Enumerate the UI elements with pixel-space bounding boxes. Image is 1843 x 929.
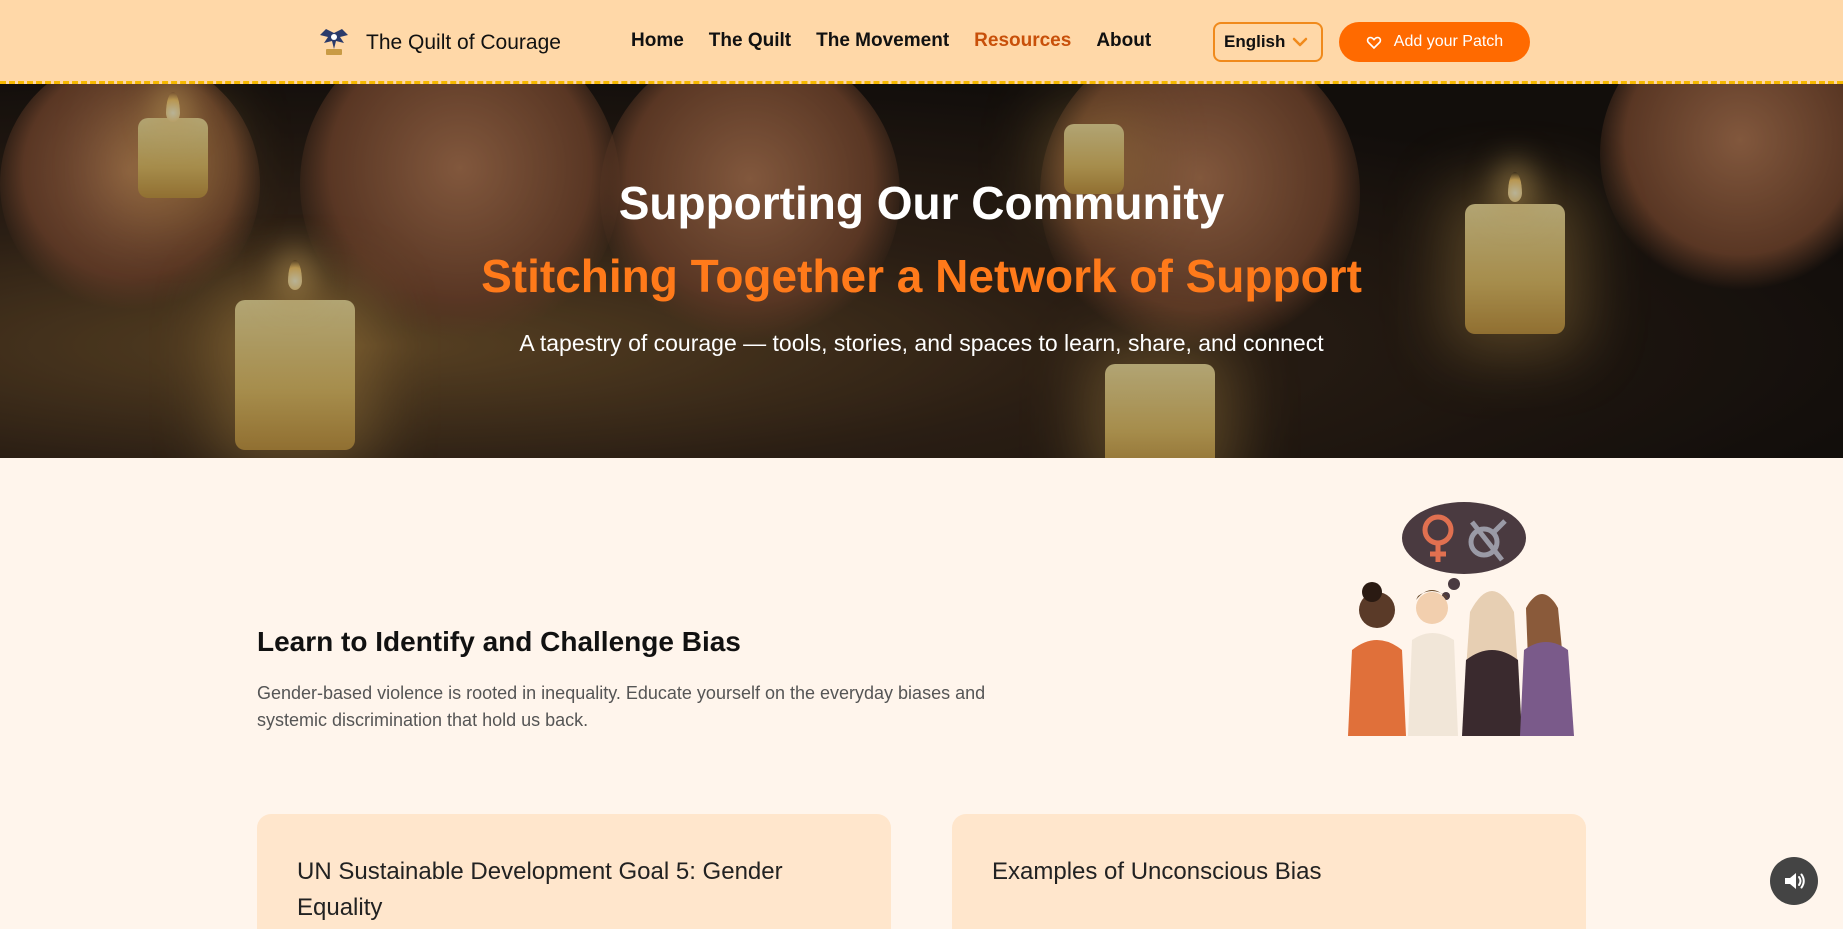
brand[interactable]: The Quilt of Courage [316, 24, 561, 62]
language-select[interactable]: English [1213, 22, 1323, 62]
nav-the-quilt[interactable]: The Quilt [709, 30, 791, 52]
resource-card-title: UN Sustainable Development Goal 5: Gende… [297, 858, 783, 921]
hero-banner: Supporting Our Community Stitching Toget… [0, 84, 1843, 458]
nav-about[interactable]: About [1096, 30, 1151, 52]
hero-title: Supporting Our Community [618, 177, 1225, 229]
resource-card-unconscious-bias[interactable]: Examples of Unconscious Bias [952, 814, 1586, 929]
brand-name: The Quilt of Courage [366, 31, 561, 54]
chevron-down-icon [1293, 37, 1308, 47]
hero-tagline: A tapestry of courage — tools, stories, … [519, 330, 1324, 356]
bias-discussion-illustration-icon [1348, 502, 1574, 736]
nav-home[interactable]: Home [631, 30, 684, 52]
speaker-icon [1785, 873, 1805, 889]
main-menu: Home The Quilt The Movement Resources Ab… [631, 30, 1176, 52]
heart-icon [1366, 36, 1381, 50]
resource-card-sdg5[interactable]: UN Sustainable Development Goal 5: Gende… [257, 814, 891, 929]
audio-toggle-button[interactable] [1770, 857, 1818, 905]
section-title: Learn to Identify and Challenge Bias [257, 626, 741, 657]
language-value: English [1224, 32, 1286, 51]
hero-text: Supporting Our Community Stitching Toget… [0, 84, 1843, 458]
add-patch-button[interactable]: Add your Patch [1339, 22, 1530, 62]
resource-card-title: Examples of Unconscious Bias [992, 858, 1322, 885]
add-patch-label: Add your Patch [1393, 33, 1504, 50]
hero-subtitle: Stitching Together a Network of Support [481, 250, 1362, 302]
top-navigation: The Quilt of Courage Home The Quilt The … [0, 0, 1843, 84]
nav-the-movement[interactable]: The Movement [816, 30, 949, 52]
eagle-logo-icon [320, 29, 348, 55]
nav-resources[interactable]: Resources [974, 30, 1071, 52]
section-description: Gender-based violence is rooted in inequ… [257, 683, 986, 730]
